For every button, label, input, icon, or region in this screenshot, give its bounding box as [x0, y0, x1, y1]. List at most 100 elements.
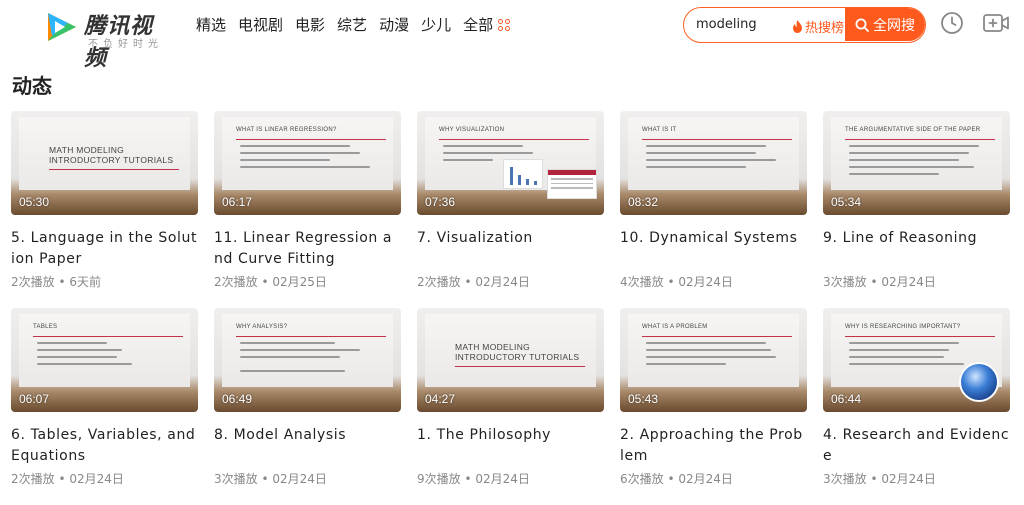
video-meta: 2次播放 • 6天前: [11, 275, 101, 289]
video-card[interactable]: THE ARGUMENTATIVE SIDE OF THE PAPER 05:3…: [823, 111, 1010, 308]
slide-title: THE ARGUMENTATIVE SIDE OF THE PAPER: [845, 127, 981, 133]
slide-bullets: [240, 342, 360, 377]
video-thumbnail[interactable]: WHAT IS LINEAR REGRESSION? 06:17: [214, 111, 401, 215]
hot-search-label: 热搜榜: [805, 21, 845, 36]
flame-icon: [793, 20, 802, 33]
slide-rule: [236, 139, 386, 140]
video-meta: 2次播放 • 02月24日: [11, 472, 124, 486]
nav-item-kids[interactable]: 少儿: [421, 15, 451, 35]
slide-rule: [236, 336, 386, 337]
video-thumbnail[interactable]: WHY IS RESEARCHING IMPORTANT? 06:44: [823, 308, 1010, 412]
video-thumbnail[interactable]: TABLES 06:07: [11, 308, 198, 412]
video-thumbnail[interactable]: WHY VISUALIZATION 07:36: [417, 111, 604, 215]
video-thumbnail[interactable]: MATH MODELING INTRODUCTORY TUTORIALS 05:…: [11, 111, 198, 215]
slide-preview: WHY IS RESEARCHING IMPORTANT?: [831, 314, 1002, 402]
video-meta: 2次播放 • 02月25日: [214, 275, 327, 289]
slide-preview: WHAT IS A PROBLEM: [628, 314, 799, 387]
slide-bullets: [240, 145, 370, 173]
video-title[interactable]: 8. Model Analysis: [214, 425, 401, 467]
video-upload-icon[interactable]: [983, 12, 1009, 34]
video-meta: 6次播放 • 02月24日: [620, 472, 733, 486]
video-duration: 04:27: [425, 392, 456, 406]
video-grid: MATH MODELING INTRODUCTORY TUTORIALS 05:…: [11, 111, 1010, 505]
video-meta: 3次播放 • 02月24日: [214, 472, 327, 486]
video-title[interactable]: 10. Dynamical Systems: [620, 228, 807, 270]
video-card[interactable]: WHY ANALYSIS? 06:49 8. Model Analysis 3次…: [214, 308, 401, 505]
slide-title: WHAT IS IT: [642, 127, 677, 133]
slide-rule: [439, 139, 589, 140]
logo-slogan: 不负好时光: [88, 39, 163, 50]
slide-bullets: [646, 342, 776, 370]
video-thumbnail[interactable]: WHAT IS IT 08:32: [620, 111, 807, 215]
video-duration: 05:34: [831, 195, 862, 209]
hot-search-link[interactable]: 热搜榜: [792, 17, 844, 36]
slide-title: WHY VISUALIZATION: [439, 127, 505, 133]
nav-item-variety[interactable]: 综艺: [337, 15, 367, 35]
slide-preview: WHAT IS LINEAR REGRESSION?: [222, 117, 393, 190]
video-card[interactable]: WHAT IS LINEAR REGRESSION? 06:17 11. Lin…: [214, 111, 401, 308]
nav-item-anime[interactable]: 动漫: [379, 15, 409, 35]
video-card[interactable]: MATH MODELING INTRODUCTORY TUTORIALS 04:…: [417, 308, 604, 505]
video-meta: 3次播放 • 02月24日: [823, 472, 936, 486]
slide-preview: MATH MODELING INTRODUCTORY TUTORIALS: [19, 117, 190, 190]
search-input[interactable]: [696, 8, 791, 41]
video-thumbnail[interactable]: WHAT IS A PROBLEM 05:43: [620, 308, 807, 412]
video-duration: 06:49: [222, 392, 253, 406]
video-duration: 06:44: [831, 392, 862, 406]
slide-preview: TABLES: [19, 314, 190, 387]
search-button-label: 全网搜: [873, 17, 915, 34]
slide-preview: WHY ANALYSIS?: [222, 314, 393, 387]
slide-preview: WHAT IS IT: [628, 117, 799, 190]
video-duration: 06:07: [19, 392, 50, 406]
section-title: 动态: [12, 74, 52, 98]
video-title[interactable]: 6. Tables, Variables, and Equations: [11, 425, 198, 467]
slide-bullets: [849, 145, 979, 180]
video-card[interactable]: MATH MODELING INTRODUCTORY TUTORIALS 05:…: [11, 111, 198, 308]
slide-title: WHAT IS LINEAR REGRESSION?: [236, 127, 337, 133]
video-thumbnail[interactable]: WHY ANALYSIS? 06:49: [214, 308, 401, 412]
slide-bullets: [849, 342, 964, 370]
video-duration: 06:17: [222, 195, 253, 209]
history-clock-icon[interactable]: [940, 11, 964, 35]
search-icon: [855, 18, 869, 32]
nav-item-all[interactable]: 全部: [463, 15, 511, 35]
globe-image: [959, 362, 999, 402]
nav-item-movies[interactable]: 电影: [295, 15, 325, 35]
slide-title: WHY ANALYSIS?: [236, 324, 288, 330]
grid-dots-icon: [498, 19, 511, 31]
slide-title: MATH MODELING INTRODUCTORY TUTORIALS: [455, 342, 580, 362]
video-duration: 08:32: [628, 195, 659, 209]
slide-rule: [845, 336, 995, 337]
video-card[interactable]: WHAT IS A PROBLEM 05:43 2. Approaching t…: [620, 308, 807, 505]
video-card[interactable]: WHY IS RESEARCHING IMPORTANT? 06:44 4. R…: [823, 308, 1010, 505]
video-title[interactable]: 7. Visualization: [417, 228, 604, 270]
video-card[interactable]: WHY VISUALIZATION 07:36 7. Visualization…: [417, 111, 604, 308]
video-meta: 9次播放 • 02月24日: [417, 472, 530, 486]
nav-item-featured[interactable]: 精选: [196, 15, 226, 35]
video-card[interactable]: TABLES 06:07 6. Tables, Variables, and E…: [11, 308, 198, 505]
video-title[interactable]: 11. Linear Regression and Curve Fitting: [214, 228, 401, 270]
video-card[interactable]: WHAT IS IT 08:32 10. Dynamical Systems 4…: [620, 111, 807, 308]
video-thumbnail[interactable]: THE ARGUMENTATIVE SIDE OF THE PAPER 05:3…: [823, 111, 1010, 215]
channel-nav: 精选 电视剧 电影 综艺 动漫 少儿 全部: [196, 15, 511, 35]
video-title[interactable]: 2. Approaching the Problem: [620, 425, 807, 467]
slide-rule: [455, 366, 585, 367]
tencent-video-logo[interactable]: 腾讯视频 不负好时光: [44, 8, 174, 71]
slide-title: MATH MODELING INTRODUCTORY TUTORIALS: [49, 145, 174, 165]
slide-rule: [845, 139, 995, 140]
slide-bullets: [37, 342, 132, 370]
video-duration: 05:43: [628, 392, 659, 406]
video-title[interactable]: 5. Language in the Solution Paper: [11, 228, 198, 270]
video-thumbnail[interactable]: MATH MODELING INTRODUCTORY TUTORIALS 04:…: [417, 308, 604, 412]
slide-preview: WHY VISUALIZATION: [425, 117, 597, 199]
slide-title: WHY IS RESEARCHING IMPORTANT?: [845, 324, 961, 330]
video-duration: 07:36: [425, 195, 456, 209]
top-header: 腾讯视频 不负好时光 精选 电视剧 电影 综艺 动漫 少儿 全部 热搜榜 全网搜: [0, 0, 1024, 71]
video-title[interactable]: 4. Research and Evidence: [823, 425, 1010, 467]
nav-item-tv[interactable]: 电视剧: [238, 15, 283, 35]
video-title[interactable]: 9. Line of Reasoning: [823, 228, 1010, 270]
video-title[interactable]: 1. The Philosophy: [417, 425, 604, 467]
search-button[interactable]: 全网搜: [845, 8, 925, 41]
slide-rule: [49, 169, 179, 170]
slide-rule: [642, 336, 792, 337]
